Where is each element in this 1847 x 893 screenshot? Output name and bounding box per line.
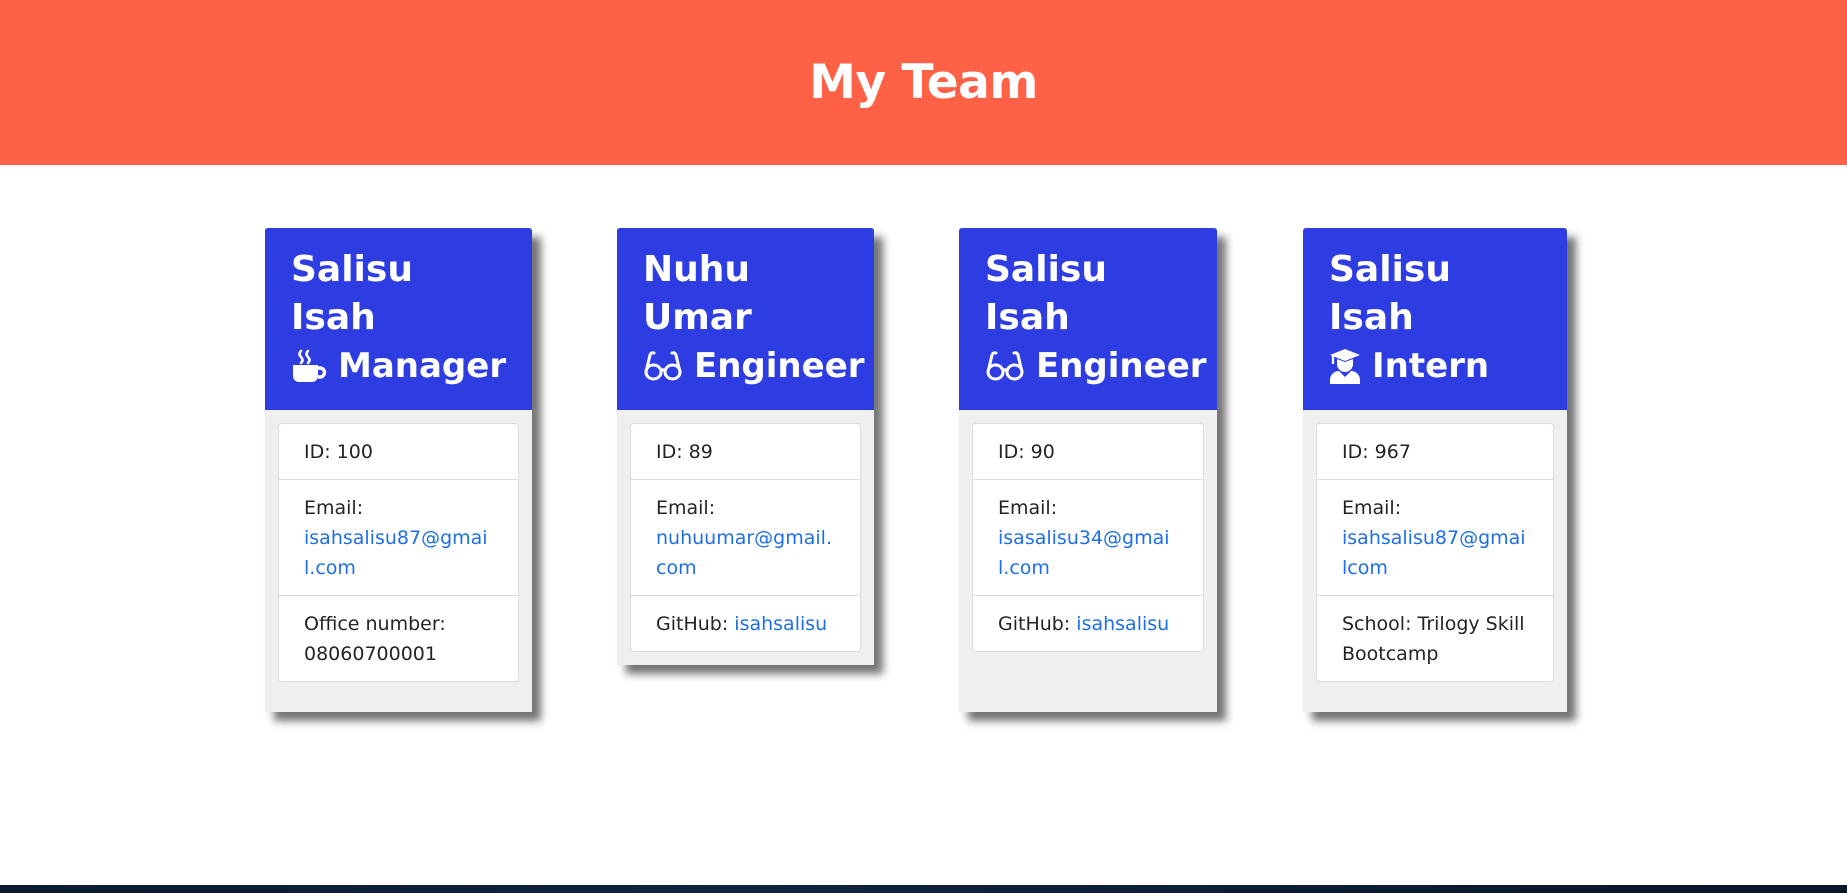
school-label: School: — [1342, 613, 1412, 635]
github-link[interactable]: isahsalisu — [1076, 613, 1169, 635]
card-body: ID: 100 Email: isahsalisu87@gmail.com Of… — [265, 410, 532, 712]
email-label: Email: — [304, 497, 364, 519]
school-row: School: Trilogy Skill Bootcamp — [1317, 595, 1553, 681]
info-list: ID: 90 Email: isasalisu34@gmail.com GitH… — [972, 423, 1204, 652]
page-header: My Team — [0, 0, 1847, 165]
card-header: Salisu Isah Engineer — [959, 228, 1217, 410]
info-list: ID: 89 Email: nuhuumar@gmail.com GitHub:… — [630, 423, 861, 652]
email-label: Email: — [1342, 497, 1402, 519]
employee-card-engineer: Salisu Isah Engineer ID: 90 Email: isasa… — [959, 228, 1217, 712]
employee-email-row: Email: nuhuumar@gmail.com — [631, 479, 860, 595]
employee-card-intern: Salisu Isah Intern ID: 967 Email: isahsa… — [1303, 228, 1567, 712]
github-label: GitHub: — [998, 613, 1071, 635]
email-link[interactable]: isasalisu34@gmail.com — [998, 527, 1170, 579]
card-body: ID: 90 Email: isasalisu34@gmail.com GitH… — [959, 410, 1217, 712]
employee-id: ID: 89 — [656, 441, 713, 463]
email-link[interactable]: isahsalisu87@gmail.com — [304, 527, 488, 579]
email-label: Email: — [656, 497, 716, 519]
glasses-icon — [643, 350, 683, 382]
github-row: GitHub: isahsalisu — [631, 595, 860, 651]
page-title: My Team — [809, 55, 1038, 110]
employee-name: Salisu Isah — [291, 249, 413, 338]
employee-role: Intern — [1329, 342, 1541, 390]
coffee-mug-icon — [291, 348, 327, 384]
role-label: Intern — [1372, 346, 1490, 386]
role-label: Manager — [338, 346, 507, 386]
card-body: ID: 89 Email: nuhuumar@gmail.com GitHub:… — [617, 410, 874, 665]
employee-name: Salisu Isah — [985, 249, 1107, 338]
github-label: GitHub: — [656, 613, 729, 635]
email-label: Email: — [998, 497, 1058, 519]
email-link[interactable]: isahsalisu87@gmailcom — [1342, 527, 1526, 579]
graduate-icon — [1329, 348, 1361, 384]
employee-email-row: Email: isahsalisu87@gmail.com — [279, 479, 518, 595]
employee-role: Manager — [291, 342, 506, 390]
employee-name: Salisu Isah — [1329, 249, 1451, 338]
github-link[interactable]: isahsalisu — [734, 613, 827, 635]
employee-card-engineer: Nuhu Umar Engineer ID: 89 Email: nuhuuma… — [617, 228, 874, 665]
info-list: ID: 100 Email: isahsalisu87@gmail.com Of… — [278, 423, 519, 682]
office-number-row: Office number: 08060700001 — [279, 595, 518, 681]
employee-id: ID: 967 — [1342, 441, 1411, 463]
employee-email-row: Email: isahsalisu87@gmailcom — [1317, 479, 1553, 595]
glasses-icon — [985, 350, 1025, 382]
bottom-bar — [0, 885, 1847, 893]
card-header: Salisu Isah Manager — [265, 228, 532, 410]
role-label: Engineer — [1036, 346, 1207, 386]
email-link[interactable]: nuhuumar@gmail.com — [656, 527, 832, 579]
card-body: ID: 967 Email: isahsalisu87@gmailcom Sch… — [1303, 410, 1567, 712]
info-list: ID: 967 Email: isahsalisu87@gmailcom Sch… — [1316, 423, 1554, 682]
employee-email-row: Email: isasalisu34@gmail.com — [973, 479, 1203, 595]
card-header: Salisu Isah Intern — [1303, 228, 1567, 410]
employee-role: Engineer — [985, 342, 1207, 390]
card-header: Nuhu Umar Engineer — [617, 228, 874, 410]
office-number-label: Office number: — [304, 613, 446, 635]
employee-id: ID: 100 — [304, 441, 373, 463]
employee-role: Engineer — [643, 342, 865, 390]
role-label: Engineer — [694, 346, 865, 386]
employee-id: ID: 90 — [998, 441, 1055, 463]
office-number-value: 08060700001 — [304, 643, 437, 665]
employee-card-manager: Salisu Isah Manager ID: 100 Email: isahs… — [265, 228, 532, 712]
employee-name: Nuhu Umar — [643, 249, 752, 338]
github-row: GitHub: isahsalisu — [973, 595, 1203, 651]
